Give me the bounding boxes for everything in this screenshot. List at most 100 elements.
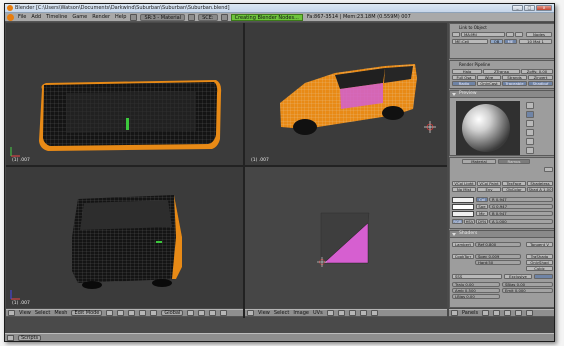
menu-uvs[interactable]: UVs: [313, 310, 323, 316]
onlyshadow-toggle[interactable]: OnlyShad: [526, 260, 553, 265]
menu-render[interactable]: Render: [91, 14, 111, 20]
menu-select[interactable]: Select: [35, 310, 50, 316]
menu-image[interactable]: Image: [293, 310, 309, 316]
pin-icon[interactable]: [337, 310, 345, 316]
editor-type-icon[interactable]: [8, 310, 15, 316]
radio-toggle[interactable]: Radio: [452, 81, 476, 86]
mirror-color-swatch[interactable]: [452, 211, 474, 217]
mesh-link-field[interactable]: ME:Cell: [452, 39, 488, 44]
layer-icon[interactable]: [187, 310, 195, 316]
draw-type-icon[interactable]: [106, 310, 114, 316]
wire-toggle[interactable]: Wire: [477, 75, 501, 80]
editor-type-icon[interactable]: [247, 310, 254, 316]
amb-slider[interactable]: Amb 0.500: [452, 288, 500, 293]
menu-file[interactable]: File: [17, 14, 27, 20]
material-index-field[interactable]: 10 Mat 1: [519, 39, 552, 44]
cubic-toggle[interactable]: Cubic: [526, 266, 553, 271]
spec-slider[interactable]: Spec 0.009: [475, 254, 521, 259]
ztransp-toggle[interactable]: ZTransp: [483, 69, 520, 74]
col-button[interactable]: Col: [476, 197, 488, 202]
edge-select-icon[interactable]: [209, 310, 217, 316]
menu-timeline[interactable]: Timeline: [45, 14, 68, 20]
maximize-button[interactable]: □: [524, 5, 535, 11]
diffuse-shader-dropdown[interactable]: Lambert: [452, 242, 474, 247]
specular-color-swatch[interactable]: [452, 204, 474, 210]
blue-slider[interactable]: B 0.947: [489, 211, 553, 216]
hsv-mode-button[interactable]: HSV: [464, 219, 475, 224]
close-button[interactable]: x: [536, 5, 552, 11]
screen-browse-icon[interactable]: [130, 13, 138, 21]
context-logic-icon[interactable]: [482, 310, 490, 316]
specular-shader-dropdown[interactable]: CookTorr: [452, 254, 474, 259]
onlycast-toggle[interactable]: OnlyCast: [477, 81, 501, 86]
vertex-select-icon[interactable]: [198, 310, 206, 316]
vcol-light-toggle[interactable]: VCol Light: [452, 181, 476, 186]
menu-help[interactable]: Help: [114, 14, 127, 20]
menu-view[interactable]: View: [19, 310, 31, 316]
zoffs-field[interactable]: Zoffs: 0.00: [521, 69, 553, 74]
viewport-top[interactable]: (1) .007: [6, 23, 243, 165]
snap-icon[interactable]: [359, 310, 367, 316]
nodes-toggle[interactable]: Nodes: [526, 32, 552, 37]
emit-slider[interactable]: Emit 0.000: [502, 288, 553, 293]
viewport-perspective[interactable]: (1) .007: [245, 23, 447, 165]
tab-ramps[interactable]: Ramps: [498, 159, 530, 164]
alpha-slider[interactable]: A 1.000: [489, 219, 553, 224]
uv-image-editor[interactable]: [245, 167, 447, 308]
scene-delete-icon[interactable]: [220, 13, 228, 21]
traceable-toggle[interactable]: Traceable: [502, 81, 527, 86]
scene-name-field[interactable]: SCE:: [198, 13, 218, 21]
preview-hair-icon[interactable]: [526, 138, 534, 145]
translate-icon[interactable]: [139, 310, 147, 316]
trashadow-toggle[interactable]: TraShado: [526, 254, 553, 259]
diffuse-color-swatch[interactable]: [452, 197, 474, 203]
minimize-button[interactable]: _: [512, 5, 523, 11]
material-name-field[interactable]: MA:Mtl: [461, 32, 505, 37]
halo-toggle[interactable]: Halo: [452, 69, 482, 74]
mode-dropdown[interactable]: Edit Mode: [71, 310, 103, 316]
menu-mesh[interactable]: Mesh: [54, 310, 67, 316]
dyn-mode-button[interactable]: DYN: [476, 219, 488, 224]
menu-add[interactable]: Add: [30, 14, 42, 20]
tab-material[interactable]: Material: [462, 159, 496, 164]
preview-sphere-icon[interactable]: [526, 111, 534, 118]
sbias-slider[interactable]: SBias 0.00: [502, 282, 553, 287]
preview-monkey-icon[interactable]: [526, 129, 534, 136]
rotate-icon[interactable]: [150, 310, 158, 316]
preview-sky-icon[interactable]: [526, 147, 534, 154]
area-splitter-horizontal[interactable]: [6, 165, 447, 167]
green-slider[interactable]: G 0.947: [489, 204, 553, 209]
menu-view[interactable]: View: [258, 310, 270, 316]
scene-browse-icon[interactable]: [188, 13, 196, 21]
shadeless-toggle[interactable]: Shadeless: [527, 181, 553, 186]
link-me-button[interactable]: ME: [504, 39, 517, 44]
exclusive-toggle[interactable]: Exclusive: [504, 274, 532, 279]
context-script-icon[interactable]: [493, 310, 501, 316]
shad-alpha-field[interactable]: Shad A 1.00: [527, 187, 553, 192]
editor-type-icon[interactable]: [451, 310, 458, 316]
preview-flat-icon[interactable]: [526, 102, 534, 109]
material-browse-icon[interactable]: [452, 32, 460, 37]
zinvert-toggle[interactable]: Zinvert: [528, 75, 553, 80]
env-toggle[interactable]: Env: [477, 187, 501, 192]
translu-slider[interactable]: Tralu 0.00: [452, 282, 500, 287]
strands-button[interactable]: Strands: [502, 75, 527, 80]
red-slider[interactable]: R 0.947: [489, 197, 553, 202]
tangent-toggle[interactable]: Tangent V: [526, 242, 553, 247]
hard-slider[interactable]: Hard:50: [475, 260, 521, 265]
material-order-icon[interactable]: [544, 167, 553, 172]
context-shading-icon[interactable]: [504, 310, 512, 316]
scripts-menu[interactable]: Scripts: [18, 334, 42, 341]
screen-name-field[interactable]: SR:3 - Material: [140, 13, 186, 21]
area-splitter-vertical[interactable]: [243, 23, 245, 318]
spe-button[interactable]: Spe: [476, 204, 488, 209]
rgb-mode-button[interactable]: RGB: [452, 219, 463, 224]
lbias-slider[interactable]: LBias 0.00: [452, 294, 500, 299]
pivot-icon[interactable]: [117, 310, 125, 316]
context-object-icon[interactable]: [515, 310, 523, 316]
image-browse-icon[interactable]: [326, 310, 334, 316]
orientation-dropdown[interactable]: Global: [161, 310, 184, 316]
sss-field[interactable]: SSS: [452, 274, 502, 279]
obcolor-toggle[interactable]: ObColor: [502, 187, 526, 192]
info-window-icon[interactable]: [7, 13, 14, 21]
